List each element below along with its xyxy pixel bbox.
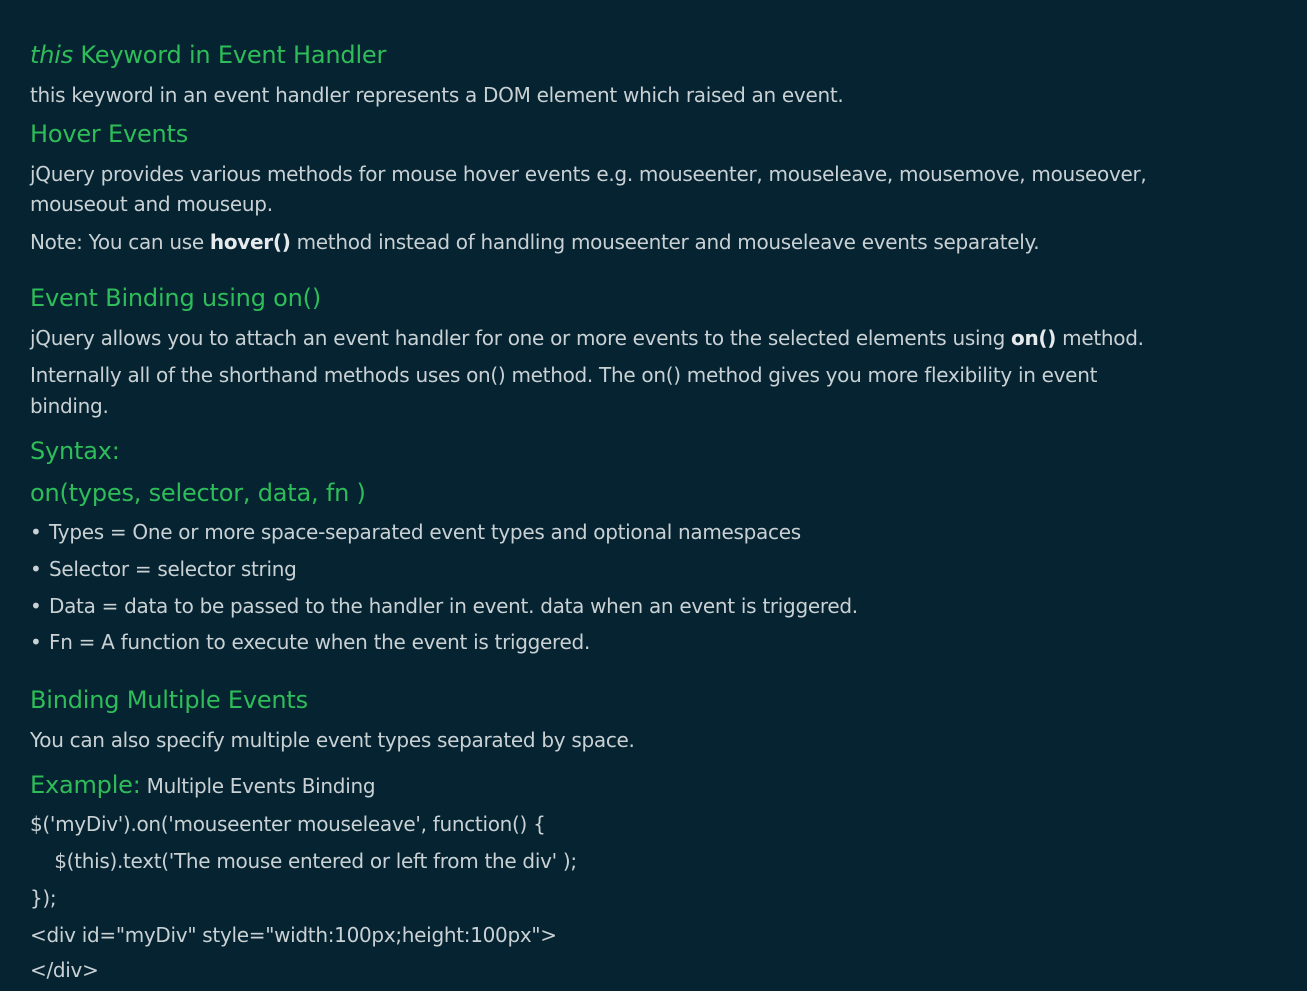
syntax-item-selector: Selector = selector string xyxy=(49,557,297,581)
code-line: <div id="myDiv" style="width:100px;heigh… xyxy=(30,923,557,947)
example-title: Multiple Events Binding xyxy=(140,774,376,798)
bullet-icon: • xyxy=(30,630,42,654)
syntax-signature: on(types, selector, data, fn ) xyxy=(30,479,366,507)
this-keyword-heading-rest: Keyword in Event Handler xyxy=(73,41,387,69)
multiple-events-text: You can also specify multiple event type… xyxy=(30,728,635,752)
code-line: }); xyxy=(30,886,57,910)
on-binding-text1-prefix: jQuery allows you to attach an event han… xyxy=(30,326,1012,350)
example-label: Example: xyxy=(30,771,141,799)
this-keyword-text: this keyword in an event handler represe… xyxy=(30,83,844,107)
syntax-list-item: • Types = One or more space-separated eve… xyxy=(30,517,801,547)
example-heading: Example: Multiple Events Binding xyxy=(30,770,376,801)
code-line: </div> xyxy=(30,958,99,982)
hover-note-prefix: Note: You can use xyxy=(30,230,210,254)
syntax-list-item: • Selector = selector string xyxy=(30,554,297,584)
hover-note-method: hover() xyxy=(209,230,291,254)
hover-note: Note: You can use hover() method instead… xyxy=(30,227,1040,257)
bullet-icon: • xyxy=(30,520,42,544)
on-binding-text1-suffix: method. xyxy=(1056,326,1144,350)
syntax-list-item: • Fn = A function to execute when the eve… xyxy=(30,627,590,657)
bullet-icon: • xyxy=(30,557,42,581)
syntax-item-fn: Fn = A function to execute when the even… xyxy=(49,630,591,654)
syntax-heading: Syntax: xyxy=(30,437,120,465)
on-binding-text1-method: on() xyxy=(1011,326,1057,350)
this-keyword-heading: this Keyword in Event Handler xyxy=(30,40,386,70)
syntax-item-data: Data = data to be passed to the handler … xyxy=(49,594,858,618)
document-page: this Keyword in Event Handler this keywo… xyxy=(0,0,1307,991)
code-line: $(this).text('The mouse entered or left … xyxy=(30,849,577,873)
hover-events-text-line1: jQuery provides various methods for mous… xyxy=(30,162,1147,186)
bullet-icon: • xyxy=(30,594,42,618)
on-binding-text2-line1: Internally all of the shorthand methods … xyxy=(30,363,1098,387)
this-keyword-heading-em: this xyxy=(30,41,73,69)
on-binding-heading: Event Binding using on() xyxy=(30,284,321,312)
multiple-events-heading: Binding Multiple Events xyxy=(30,686,308,714)
syntax-item-types: Types = One or more space-separated even… xyxy=(49,520,801,544)
syntax-list-item: • Data = data to be passed to the handler… xyxy=(30,591,858,621)
hover-events-text-line2: mouseout and mouseup. xyxy=(30,192,273,216)
hover-events-heading: Hover Events xyxy=(30,120,189,148)
hover-note-suffix: method instead of handling mouseenter an… xyxy=(290,230,1040,254)
on-binding-text2-line2: binding. xyxy=(30,394,109,418)
on-binding-text1: jQuery allows you to attach an event han… xyxy=(30,323,1144,353)
code-line: $('myDiv').on('mouseenter mouseleave', f… xyxy=(30,812,546,836)
